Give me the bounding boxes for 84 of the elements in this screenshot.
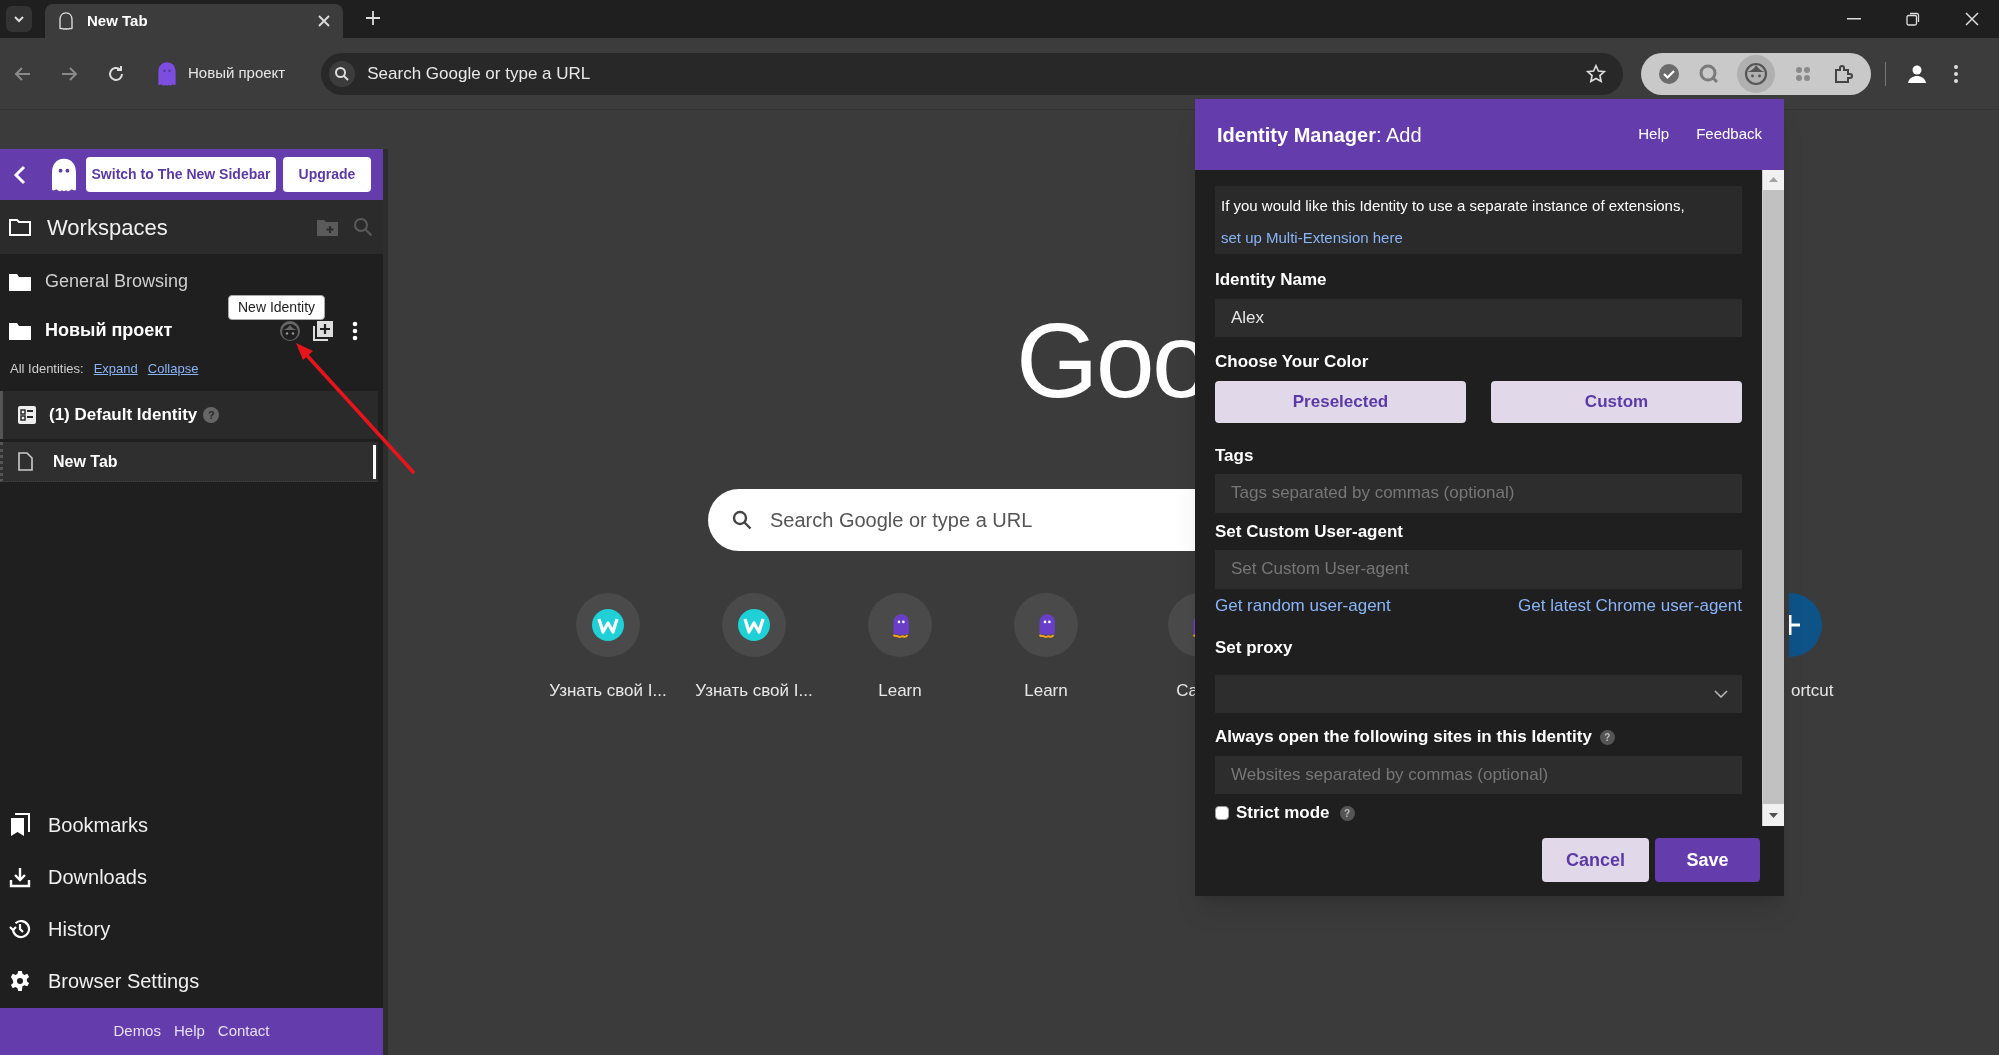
notice-text: If you would like this Identity to use a separate instance of extensions, set up Multi-Extension here: [1215, 186, 1742, 254]
ghost-icon: [1014, 593, 1078, 657]
bookmarks-icon: [9, 813, 31, 837]
check-badge-icon[interactable]: [1657, 61, 1682, 86]
add-copy-icon[interactable]: [312, 319, 334, 342]
input-field[interactable]: Set Custom User-agent: [1215, 550, 1742, 589]
shortcut-tile[interactable]: Learn: [973, 593, 1119, 713]
shortcut-tile[interactable]: Узнать свой I...: [535, 593, 681, 713]
tab-search-icon[interactable]: [6, 6, 32, 32]
identities-label: All Identities:: [10, 360, 84, 379]
close-icon[interactable]: [1965, 12, 1979, 26]
identity-row[interactable]: (1) Default Identity ?: [0, 391, 378, 439]
color-option-button[interactable]: Preselected: [1215, 380, 1466, 423]
nav-item[interactable]: Bookmarks: [0, 799, 383, 851]
tooltip: New Identity: [228, 295, 326, 320]
input-field[interactable]: Websites separated by commas (optional): [1215, 755, 1742, 795]
header-link[interactable]: Help: [1638, 123, 1670, 146]
address-bar[interactable]: Search Google or type a URL: [321, 52, 1624, 95]
back-icon[interactable]: [12, 164, 28, 185]
profile-chip[interactable]: Новый проект: [146, 53, 294, 94]
search-icon: [329, 60, 356, 87]
chevron-down-icon: [1714, 690, 1728, 699]
multi-extension-link[interactable]: set up Multi-Extension here: [1221, 229, 1403, 246]
shortcut-tile[interactable]: Узнать свой I...: [681, 593, 827, 713]
link[interactable]: Expand: [93, 359, 138, 379]
scrollbar[interactable]: [1762, 170, 1784, 826]
link[interactable]: Collapse: [147, 359, 199, 379]
nav-item[interactable]: Downloads: [0, 851, 383, 903]
link[interactable]: Get latest Chrome user-agent: [1518, 592, 1742, 619]
nav-item[interactable]: History: [0, 903, 383, 955]
reload-icon[interactable]: [106, 63, 126, 84]
footer-link[interactable]: Help: [173, 1020, 205, 1043]
tab-row[interactable]: New Tab: [0, 442, 378, 482]
star-icon[interactable]: [1585, 62, 1608, 85]
ghost-icon: [57, 12, 75, 30]
more-icon[interactable]: [352, 320, 358, 341]
page-icon: [18, 452, 33, 471]
w-logo-icon: [722, 593, 786, 657]
browser-tab[interactable]: New Tab: [45, 4, 343, 38]
ghost-icon: [868, 593, 932, 657]
footer-link[interactable]: Contact: [217, 1020, 270, 1043]
shortcut-tile[interactable]: Learn: [827, 593, 973, 713]
save-button[interactable]: Save: [1655, 838, 1760, 882]
checkbox-label: Strict mode: [1236, 802, 1330, 825]
face-icon[interactable]: [1737, 54, 1776, 93]
list-icon: [18, 406, 36, 424]
field-label: Set proxy: [1215, 637, 1293, 660]
help-icon[interactable]: ?: [1599, 729, 1615, 745]
tab-title: New Tab: [87, 10, 149, 31]
header-link[interactable]: Feedback: [1696, 123, 1762, 146]
help-icon[interactable]: ?: [1339, 805, 1355, 821]
field-label: Tags: [1215, 444, 1254, 467]
nav-item[interactable]: Browser Settings: [0, 955, 383, 1007]
search-icon: [732, 510, 752, 530]
link[interactable]: Get random user-agent: [1215, 592, 1391, 619]
field-label: Always open the following sites in this Identity: [1215, 726, 1592, 749]
field-label: Set Custom User-agent: [1215, 520, 1403, 543]
folder-icon: [8, 217, 32, 237]
folder-icon: [9, 272, 31, 291]
w-logo-icon: [576, 593, 640, 657]
cancel-button[interactable]: Cancel: [1542, 838, 1649, 882]
restore-icon[interactable]: [1906, 12, 1920, 26]
face-icon[interactable]: [279, 319, 301, 342]
input-field[interactable]: Tags separated by commas (optional): [1215, 474, 1742, 513]
upgrade-button[interactable]: Upgrade: [283, 157, 371, 192]
footer-link[interactable]: Demos: [113, 1020, 161, 1043]
checkbox[interactable]: [1215, 806, 1229, 821]
new-tab-icon[interactable]: [365, 10, 381, 26]
settings-icon: [9, 970, 31, 992]
folder-icon: [9, 321, 31, 340]
shortcut-tile[interactable]: ortcut: [1789, 593, 1869, 713]
field-label: Choose Your Color: [1215, 351, 1369, 374]
scroll-down-icon[interactable]: [1763, 804, 1784, 826]
input-field[interactable]: Alex: [1215, 298, 1742, 338]
field-label: Identity Name: [1215, 269, 1327, 291]
close-icon[interactable]: [317, 14, 331, 28]
panel-title: Identity Manager: Add: [1217, 122, 1423, 148]
color-option-button[interactable]: Custom: [1491, 380, 1742, 423]
download-icon: [9, 866, 31, 888]
sidebar-title: Workspaces: [47, 213, 169, 242]
minimize-icon[interactable]: [1847, 18, 1861, 20]
history-icon: [9, 918, 31, 940]
menu-icon[interactable]: [1953, 63, 1960, 84]
switch-sidebar-button[interactable]: Switch to The New Sidebar: [86, 157, 276, 192]
